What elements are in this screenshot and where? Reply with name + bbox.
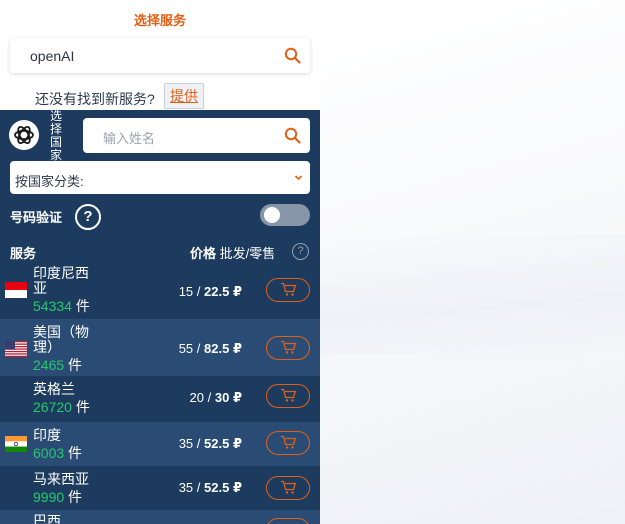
count-unit: 件 bbox=[75, 399, 90, 415]
country-category-select[interactable]: 按国家分类: bbox=[10, 161, 310, 194]
price-value: 35 / 52.5 ₽ bbox=[178, 436, 242, 451]
wholesale-price: 35 bbox=[178, 436, 194, 451]
openai-logo-icon bbox=[9, 120, 39, 150]
country-name-search-input[interactable]: 输入姓名 bbox=[83, 118, 310, 153]
retail-price: 52.5 bbox=[204, 480, 230, 495]
indonesia-flag-icon bbox=[5, 282, 27, 298]
buy-button[interactable] bbox=[266, 431, 310, 455]
column-header-service: 服务 bbox=[10, 246, 37, 261]
count-value: 6003 bbox=[33, 445, 65, 461]
background-area bbox=[320, 0, 625, 524]
available-count: 6003 件 bbox=[33, 443, 82, 463]
price-help-icon[interactable]: ? bbox=[292, 243, 309, 260]
buy-button[interactable] bbox=[266, 384, 310, 408]
number-verify-label: 号码验证 bbox=[10, 210, 63, 225]
retail-price: 22.5 bbox=[204, 284, 230, 299]
count-value: 9990 bbox=[33, 489, 65, 505]
service-title: 选择服务 bbox=[133, 13, 186, 28]
not-found-text: 还没有找到新服务? bbox=[35, 91, 155, 107]
usa-flag-icon bbox=[5, 341, 27, 357]
country-row[interactable]: 美国（物理） 2465 件 55 / 82.5 ₽ bbox=[0, 319, 320, 376]
country-name: 巴西 bbox=[33, 513, 61, 524]
price-type-label: 批发/零售 bbox=[219, 246, 276, 261]
select-country-label: 选择国家 bbox=[50, 109, 63, 162]
country-name: 马来西亚 bbox=[33, 471, 89, 487]
count-value: 54334 bbox=[33, 298, 72, 314]
count-unit: 件 bbox=[68, 357, 83, 373]
provide-button[interactable]: 提供 bbox=[164, 83, 204, 109]
buy-button[interactable] bbox=[266, 476, 310, 500]
country-row[interactable]: 英格兰 26720 件 20 / 30 ₽ bbox=[0, 376, 320, 422]
country-name-search-placeholder: 输入姓名 bbox=[103, 131, 156, 146]
cart-icon bbox=[281, 480, 297, 494]
currency: ₽ bbox=[232, 436, 242, 451]
cart-icon bbox=[281, 388, 297, 402]
price-value: 55 / 82.5 ₽ bbox=[178, 341, 242, 356]
buy-button[interactable] bbox=[266, 336, 310, 360]
count-unit: 件 bbox=[68, 445, 83, 461]
buy-button[interactable] bbox=[266, 518, 310, 524]
count-unit: 件 bbox=[68, 489, 83, 505]
country-panel: 选择国家 输入姓名 按国家分类: 号码验证 ? 服务 价格 批发/零售 ? 印度… bbox=[0, 110, 320, 524]
count-unit: 件 bbox=[75, 298, 90, 314]
country-row[interactable]: 印度尼西亚 54334 件 15 / 22.5 ₽ bbox=[0, 264, 320, 319]
cart-icon bbox=[281, 282, 297, 296]
price-label: 价格 bbox=[190, 246, 217, 261]
count-value: 26720 bbox=[33, 399, 72, 415]
cart-icon bbox=[281, 435, 297, 449]
available-count: 54334 件 bbox=[33, 296, 90, 316]
currency: ₽ bbox=[232, 480, 242, 495]
chevron-down-icon bbox=[294, 175, 303, 181]
price-value: 35 / 52.5 ₽ bbox=[178, 480, 242, 495]
number-verify-toggle[interactable] bbox=[260, 204, 310, 226]
retail-price: 52.5 bbox=[204, 436, 230, 451]
column-header-price: 价格 批发/零售 bbox=[190, 243, 275, 262]
service-selector: 选择服务 openAI 还没有找到新服务? 提供 bbox=[0, 0, 320, 110]
search-icon[interactable] bbox=[284, 47, 301, 64]
help-icon[interactable]: ? bbox=[75, 204, 101, 230]
country-name: 美国（物理） bbox=[33, 324, 89, 355]
currency: ₽ bbox=[232, 390, 242, 405]
service-search-value: openAI bbox=[30, 48, 75, 64]
currency: ₽ bbox=[232, 341, 242, 356]
country-list: 印度尼西亚 54334 件 15 / 22.5 ₽ 美国（物理） 2465 件 … bbox=[0, 264, 320, 524]
country-row[interactable]: 巴西 bbox=[0, 510, 320, 524]
country-category-label: 按国家分类: bbox=[15, 174, 84, 189]
price-value: 20 / 30 ₽ bbox=[189, 390, 242, 405]
country-row[interactable]: 印度 6003 件 35 / 52.5 ₽ bbox=[0, 422, 320, 466]
wholesale-price: 20 bbox=[189, 390, 205, 405]
available-count: 26720 件 bbox=[33, 397, 90, 417]
retail-price: 82.5 bbox=[204, 341, 230, 356]
currency: ₽ bbox=[232, 284, 242, 299]
cart-icon bbox=[281, 340, 297, 354]
country-name: 印度 bbox=[33, 427, 61, 443]
service-search-input[interactable]: openAI bbox=[10, 38, 310, 73]
background-stripe bbox=[320, 235, 625, 355]
count-value: 2465 bbox=[33, 357, 65, 373]
search-icon[interactable] bbox=[284, 127, 301, 144]
wholesale-price: 55 bbox=[178, 341, 194, 356]
service-panel: 选择服务 openAI 还没有找到新服务? 提供 选择国家 输入姓名 按国家分类… bbox=[0, 0, 320, 524]
available-count: 2465 件 bbox=[33, 355, 82, 375]
wholesale-price: 15 bbox=[178, 284, 194, 299]
country-name: 英格兰 bbox=[33, 381, 75, 397]
toggle-knob bbox=[264, 207, 280, 223]
wholesale-price: 35 bbox=[178, 480, 194, 495]
available-count: 9990 件 bbox=[33, 487, 82, 507]
buy-button[interactable] bbox=[266, 278, 310, 302]
price-value: 15 / 22.5 ₽ bbox=[178, 284, 242, 299]
retail-price: 30 bbox=[214, 390, 230, 405]
country-name: 印度尼西亚 bbox=[33, 265, 89, 296]
country-row[interactable]: 马来西亚 9990 件 35 / 52.5 ₽ bbox=[0, 466, 320, 510]
india-flag-icon bbox=[5, 436, 27, 452]
